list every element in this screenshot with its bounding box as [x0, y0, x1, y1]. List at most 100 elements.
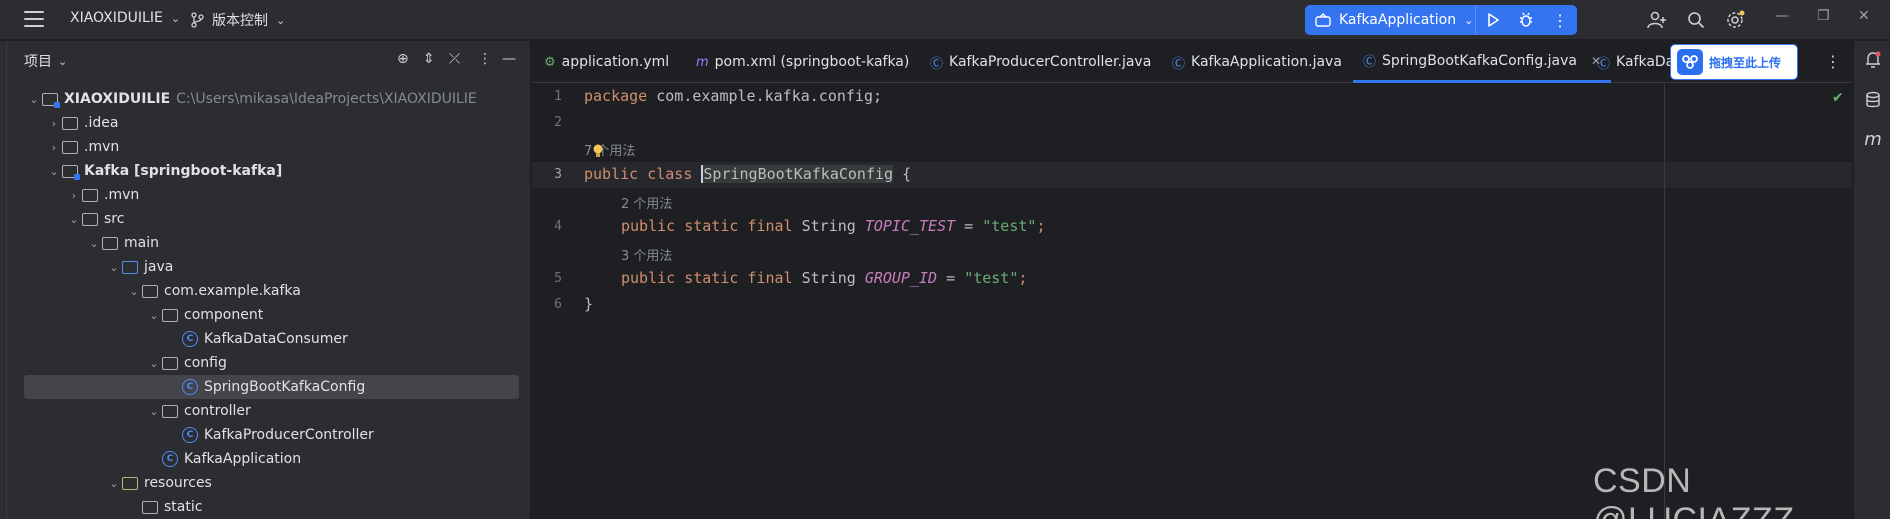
hide-panel-icon[interactable]: — [502, 51, 516, 67]
code-line-1: package com.example.kafka.config; [584, 87, 882, 105]
notifications-bell-icon[interactable] [1863, 51, 1883, 73]
tab-kafka-producer-controller[interactable]: Ⓒ KafkaProducerController.java [930, 41, 1151, 83]
tree-node[interactable]: static [0, 495, 531, 519]
main-menu-icon[interactable] [24, 11, 44, 27]
chevron-right-icon[interactable]: › [46, 117, 62, 130]
run-configuration-selector[interactable]: KafkaApplication ⌄ [1305, 5, 1476, 35]
tab-application-yml[interactable]: ⚙ application.yml [544, 41, 669, 83]
tree-node-label: src [104, 211, 125, 227]
line-number: 1 [554, 89, 562, 104]
run-widget: KafkaApplication ⌄ ⋮ [1305, 5, 1577, 35]
search-icon[interactable] [1685, 9, 1707, 31]
chevron-down-icon[interactable]: ⌄ [106, 261, 122, 274]
tab-label: KafkaProducerController.java [949, 54, 1152, 70]
chevron-down-icon: ⌄ [276, 13, 286, 27]
code-line-3: public class SpringBootKafkaConfig { [584, 165, 911, 183]
tree-node[interactable]: ⌄ com.example.kafka [0, 279, 531, 303]
tree-node[interactable]: › .idea [0, 111, 531, 135]
database-icon[interactable] [1863, 91, 1883, 113]
semicolon: ; [1018, 269, 1028, 287]
tree-node[interactable]: C KafkaDataConsumer [0, 327, 531, 351]
tab-label: application.yml [561, 54, 670, 70]
tree-node[interactable]: ⌄ java [0, 255, 531, 279]
debug-button[interactable] [1510, 5, 1544, 35]
tree-node[interactable]: ⌄ XIAOXIDUILIE C:\Users\mikasa\IdeaProject… [0, 87, 531, 111]
tree-node-label: java [144, 259, 174, 275]
chevron-right-icon[interactable]: › [66, 189, 82, 202]
package-icon [142, 284, 158, 298]
tree-node[interactable]: › .mvn [0, 183, 531, 207]
close-window-icon[interactable]: ✕ [1858, 8, 1870, 24]
collapse-all-icon[interactable]: ⤫ [449, 51, 460, 67]
module-folder-icon [62, 164, 80, 180]
tree-node[interactable]: ⌄ component [0, 303, 531, 327]
maven-tool-icon[interactable]: m [1863, 129, 1883, 150]
locate-file-icon[interactable]: ⊕ [397, 51, 409, 67]
chevron-down-icon[interactable]: ⌄ [86, 237, 102, 250]
chevron-down-icon[interactable]: ⌄ [26, 93, 42, 106]
class-icon: C [182, 331, 198, 347]
options-icon[interactable]: ⋮ [478, 51, 492, 67]
chevron-right-icon[interactable]: › [46, 141, 62, 154]
more-actions-icon[interactable]: ⋮ [1543, 5, 1577, 35]
tab-kafka-application[interactable]: Ⓒ KafkaApplication.java [1172, 41, 1342, 83]
tree-node-label: config [184, 355, 227, 371]
project-panel-title: 项目 [24, 54, 52, 70]
right-tool-strip: m [1853, 41, 1890, 519]
usage-hint[interactable]: 3 个用法 [621, 245, 672, 264]
keyword: public static final [621, 269, 793, 287]
expand-all-icon[interactable]: ⇕ [423, 51, 435, 67]
chevron-down-icon[interactable]: ⌄ [146, 357, 162, 370]
tab-pom-xml[interactable]: m pom.xml (springboot-kafka) [696, 41, 909, 83]
resources-folder-icon [122, 476, 138, 490]
project-view-selector[interactable]: 项目 ⌄ [24, 51, 67, 71]
tree-node[interactable]: ⌄ main [0, 231, 531, 255]
vcs-menu[interactable]: 版本控制 ⌄ [190, 10, 285, 30]
folder-icon [102, 236, 118, 250]
settings-gear-icon[interactable] [1724, 9, 1746, 31]
tree-node-label: KafkaDataConsumer [204, 331, 348, 347]
tree-node[interactable]: ⌄ resources [0, 471, 531, 495]
chevron-down-icon: ⌄ [58, 54, 68, 68]
more-tabs-icon[interactable]: ⋮ [1825, 52, 1841, 71]
tab-springboot-kafka-config[interactable]: Ⓒ SpringBootKafkaConfig.java ✕ [1353, 41, 1612, 83]
chevron-down-icon[interactable]: ⌄ [146, 309, 162, 322]
no-problems-check-icon[interactable]: ✔ [1832, 90, 1844, 106]
project-name: XIAOXIDUILIE [70, 10, 163, 26]
tree-node[interactable]: C KafkaApplication [0, 447, 531, 471]
restore-icon[interactable]: ❐ [1817, 8, 1830, 24]
tree-node[interactable]: C SpringBootKafkaConfig [24, 375, 519, 399]
module-folder-icon [42, 92, 60, 108]
chevron-down-icon[interactable]: ⌄ [46, 165, 62, 178]
tree-node[interactable]: C KafkaProducerController [0, 423, 531, 447]
tab-kafka-data-consumer[interactable]: Ⓒ KafkaDat [1597, 41, 1680, 83]
run-icon [1487, 13, 1499, 27]
project-panel-header: 项目 ⌄ ⊕ ⇕ ⤫ ⋮ — [0, 41, 531, 81]
chevron-down-icon[interactable]: ⌄ [146, 405, 162, 418]
run-button[interactable] [1476, 5, 1510, 35]
tree-node[interactable]: ⌄ src [0, 207, 531, 231]
line-number: 6 [554, 297, 562, 312]
line-number: 2 [554, 115, 562, 130]
line-number: 3 [554, 167, 562, 182]
drag-upload-badge[interactable]: 拖拽至此上传 [1670, 44, 1798, 80]
minimize-icon[interactable]: — [1775, 8, 1789, 24]
keyword: public [584, 165, 639, 183]
tree-node-label: static [164, 499, 203, 515]
add-user-icon[interactable] [1646, 9, 1668, 31]
usage-hint[interactable]: 2 个用法 [621, 193, 672, 212]
code-editor[interactable]: 1 2 3 4 5 6 package com.example.kafka.co… [532, 84, 1852, 519]
tree-node[interactable]: ⌄ Kafka [springboot-kafka] [0, 159, 531, 183]
class-name: SpringBootKafkaConfig [701, 165, 894, 183]
tree-node[interactable]: ⌄ config [0, 351, 531, 375]
chevron-down-icon[interactable]: ⌄ [106, 477, 122, 490]
vcs-label: 版本控制 [212, 13, 268, 29]
chevron-down-icon[interactable]: ⌄ [66, 213, 82, 226]
lightbulb-intention-icon[interactable] [592, 144, 604, 158]
tree-node[interactable]: › .mvn [0, 135, 531, 159]
project-switcher[interactable]: XIAOXIDUILIE ⌄ [70, 10, 180, 26]
branch-icon [191, 12, 204, 28]
tree-node[interactable]: ⌄ controller [0, 399, 531, 423]
chevron-down-icon[interactable]: ⌄ [126, 285, 142, 298]
tree-node-label: component [184, 307, 264, 323]
